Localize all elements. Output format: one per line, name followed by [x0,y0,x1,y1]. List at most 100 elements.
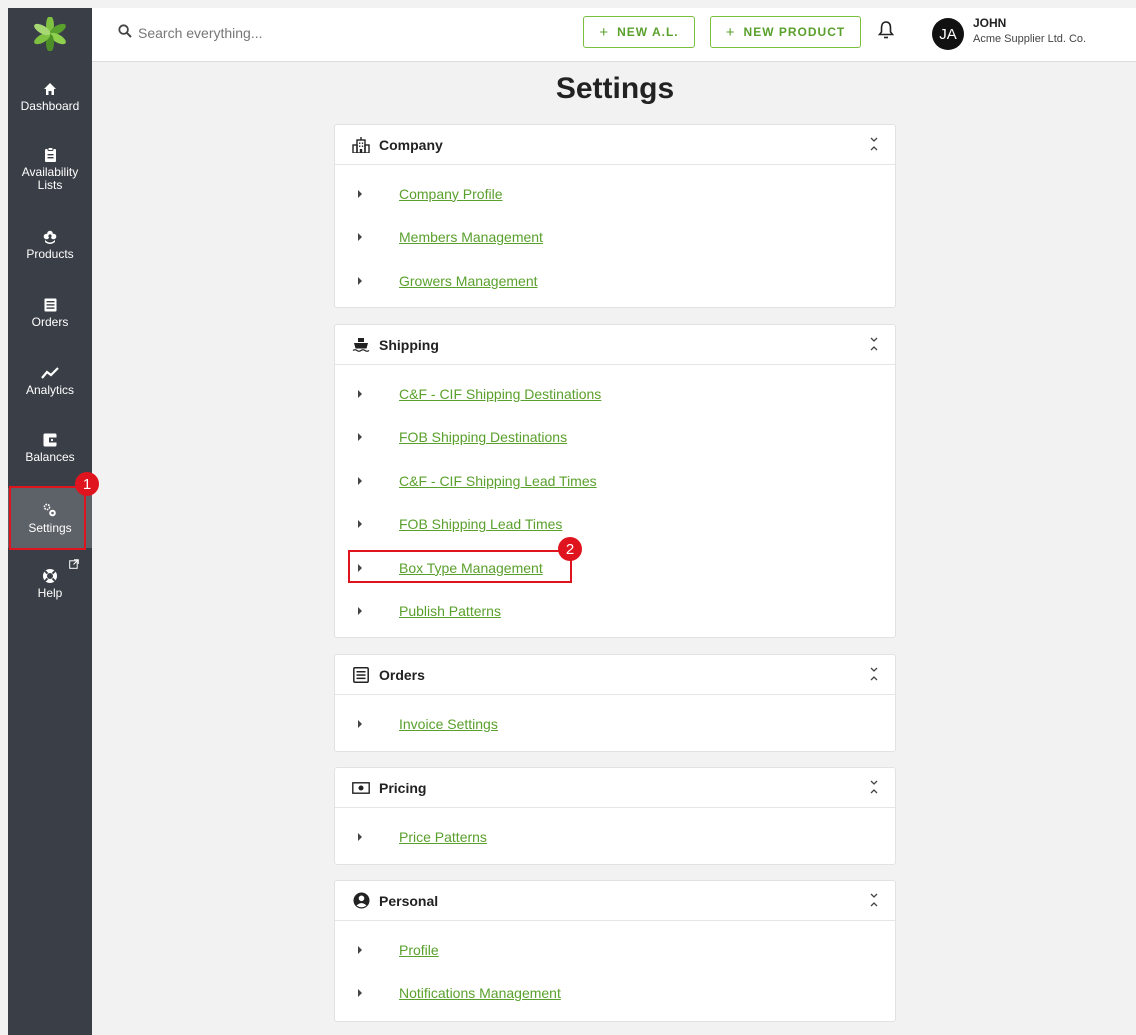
top-bar: Search everything... + NEW A.L. + NEW PR… [92,8,1136,62]
collapse-chevron-icon[interactable] [869,892,879,913]
collapse-chevron-icon[interactable] [869,779,879,800]
avatar[interactable]: JA [932,18,964,50]
sidebar-item-label: Balances [25,450,75,464]
user-circle-icon [351,891,371,911]
caret-right-icon [358,276,362,285]
new-al-button[interactable]: + NEW A.L. [583,16,695,48]
sidebar-item-label: Availability Lists [21,165,79,192]
shipping-section-header[interactable]: Shipping [335,325,895,365]
price-patterns-link[interactable]: Price Patterns [399,829,487,845]
list-item: Notifications Management [335,972,895,1016]
sidebar-item-analytics[interactable]: Analytics [8,362,92,397]
shipping-section: Shipping C&F - CIF Shipping Destinations… [334,324,896,638]
wallet-icon [43,429,57,451]
orders-section: Orders Invoice Settings [334,654,896,752]
new-product-button-label: NEW PRODUCT [743,25,846,39]
growers-management-link[interactable]: Growers Management [399,273,538,289]
orders-section-header[interactable]: Orders [335,655,895,695]
highlight-box-box-type [348,550,572,583]
sidebar-item-label: Products [26,247,74,261]
list-item: C&F - CIF Shipping Lead Times [335,459,895,503]
fob-shipping-destinations-link[interactable]: FOB Shipping Destinations [399,429,567,445]
page-title: Settings [555,72,675,105]
caret-right-icon [358,607,362,616]
sidebar-item-label: Help [37,586,63,600]
notifications-management-link[interactable]: Notifications Management [399,985,561,1001]
caret-right-icon [358,719,362,728]
section-title: Orders [379,666,425,683]
company-profile-link[interactable]: Company Profile [399,186,503,202]
personal-section: Personal Profile Notifications Managemen… [334,880,896,1022]
cf-cif-shipping-destinations-link[interactable]: C&F - CIF Shipping Destinations [399,386,601,402]
app-logo[interactable] [8,8,92,60]
leaf-logo-icon [34,17,66,51]
sidebar-item-orders[interactable]: Orders [8,294,92,329]
section-title: Company [379,136,443,153]
list-item: FOB Shipping Lead Times [335,503,895,547]
search-input[interactable]: Search everything... [138,25,263,41]
sidebar-item-balances[interactable]: Balances [8,429,92,464]
caret-right-icon [358,945,362,954]
search-icon [118,24,132,41]
caret-right-icon [358,520,362,529]
sidebar-item-dashboard[interactable]: Dashboard [8,78,92,113]
cf-cif-shipping-lead-times-link[interactable]: C&F - CIF Shipping Lead Times [399,473,597,489]
collapse-chevron-icon[interactable] [869,666,879,687]
collapse-chevron-icon[interactable] [869,136,879,157]
user-company: Acme Supplier Ltd. Co. [973,33,1087,45]
list-item: Invoice Settings [335,702,895,746]
new-product-button[interactable]: + NEW PRODUCT [710,16,861,48]
fob-shipping-lead-times-link[interactable]: FOB Shipping Lead Times [399,516,562,532]
sidebar-item-availability-lists[interactable]: Availability Lists [8,144,92,192]
lifebuoy-icon [42,565,58,587]
company-section: Company Company Profile Members Manageme… [334,124,896,308]
new-al-button-label: NEW A.L. [617,25,679,39]
list-item: Profile [335,928,895,972]
caret-right-icon [358,233,362,242]
sidebar-item-help[interactable]: Help [8,565,92,600]
caret-right-icon [358,433,362,442]
list-item: Members Management [335,216,895,260]
flower-icon [43,226,57,248]
trend-icon [41,362,59,384]
caret-right-icon [358,476,362,485]
list-item: Price Patterns [335,815,895,859]
list-item: Company Profile [335,172,895,216]
profile-link[interactable]: Profile [399,942,439,958]
collapse-chevron-icon[interactable] [869,336,879,357]
user-name: JOHN [973,16,1007,30]
sidebar-item-label: Analytics [25,383,75,397]
caret-right-icon [358,989,362,998]
sidebar-item-label: Orders [31,315,69,329]
list-icon [351,665,371,685]
plus-icon: + [725,23,736,41]
ship-icon [351,335,371,355]
sidebar-item-products[interactable]: Products [8,226,92,261]
pricing-section: Pricing Price Patterns [334,767,896,865]
external-link-icon [69,556,79,574]
list-item: C&F - CIF Shipping Destinations [335,372,895,416]
members-management-link[interactable]: Members Management [399,229,543,245]
highlight-box-settings [9,486,86,550]
section-title: Shipping [379,336,439,353]
list-item: Publish Patterns [335,590,895,634]
step-marker-2: 2 [558,537,582,561]
company-section-header[interactable]: Company [335,125,895,165]
search-box[interactable]: Search everything... [118,24,263,41]
pricing-section-header[interactable]: Pricing [335,768,895,808]
plus-icon: + [599,23,610,41]
personal-section-header[interactable]: Personal [335,881,895,921]
step-marker-1: 1 [75,472,99,496]
caret-right-icon [358,189,362,198]
clipboard-icon [44,144,57,166]
home-icon [43,78,57,100]
section-title: Pricing [379,779,427,796]
caret-right-icon [358,832,362,841]
caret-right-icon [358,389,362,398]
bell-icon[interactable] [877,20,895,45]
list-item: FOB Shipping Destinations [335,416,895,460]
section-title: Personal [379,892,439,909]
invoice-settings-link[interactable]: Invoice Settings [399,716,498,732]
publish-patterns-link[interactable]: Publish Patterns [399,603,501,619]
sidebar-item-label: Dashboard [20,99,80,113]
